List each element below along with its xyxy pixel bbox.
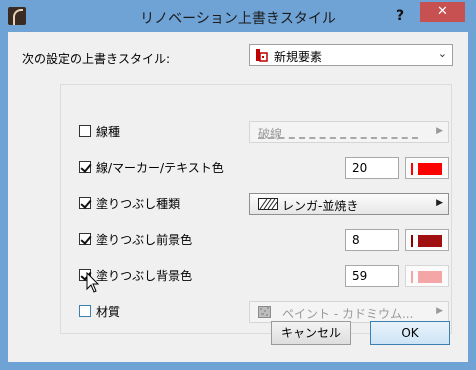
fill-foreground-number-input[interactable]: 8 — [345, 229, 399, 251]
dialog-body: 次の設定の上書きスタイル: 新規要素 ⌄ 線種 破線 ▶ 線/マーカー/テキスト… — [8, 32, 468, 362]
pen-bar-icon — [411, 163, 413, 175]
line-color-checkbox[interactable] — [79, 161, 91, 173]
fill-foreground-label: 塗りつぶし前景色 — [96, 233, 193, 247]
color-swatch-pink — [418, 271, 442, 283]
override-style-label: 次の設定の上書きスタイル: — [22, 52, 171, 66]
line-type-select[interactable]: 破線 ▶ — [249, 121, 449, 143]
close-button[interactable]: ✕ — [420, 2, 465, 22]
fill-foreground-swatch[interactable] — [405, 229, 449, 251]
override-style-dropdown[interactable]: 新規要素 ⌄ — [249, 44, 453, 66]
hatch-pattern-icon — [258, 198, 278, 210]
fill-type-select[interactable]: レンガ-並焼き ▶ — [249, 193, 449, 215]
line-type-label: 線種 — [96, 125, 121, 139]
line-type-checkbox[interactable] — [79, 125, 91, 137]
mouse-cursor-icon — [86, 272, 100, 293]
fill-type-value: レンガ-並焼き — [282, 199, 359, 213]
fill-type-checkbox[interactable] — [79, 197, 91, 209]
fill-type-label: 塗りつぶし種類 — [96, 197, 181, 211]
override-style-value: 新規要素 — [274, 50, 323, 64]
line-type-value: 破線 — [258, 127, 283, 141]
material-value: ペイント - カドミウム... — [282, 307, 414, 321]
override-options-group: 線種 破線 ▶ 線/マーカー/テキスト色 20 塗りつぶし種類 レンガ-並焼き … — [60, 84, 452, 334]
building-icon — [256, 49, 268, 62]
line-color-number-input[interactable]: 20 — [345, 157, 399, 179]
line-color-swatch[interactable] — [405, 157, 449, 179]
material-texture-icon — [258, 306, 271, 318]
dashed-line-preview-icon — [258, 137, 418, 139]
fill-background-swatch[interactable] — [405, 265, 449, 287]
ok-button[interactable]: OK — [370, 321, 450, 345]
cancel-button[interactable]: キャンセル — [271, 321, 351, 345]
chevron-right-icon: ▶ — [436, 198, 443, 208]
pen-bar-icon — [411, 271, 413, 283]
material-label: 材質 — [96, 305, 121, 319]
row-fill-type: 塗りつぶし種類 レンガ-並焼き ▶ — [61, 193, 453, 217]
pen-bar-icon — [411, 235, 413, 247]
fill-foreground-checkbox[interactable] — [79, 233, 91, 245]
color-swatch-darkred — [418, 235, 442, 247]
material-checkbox[interactable] — [79, 305, 91, 317]
chevron-right-icon: ▶ — [436, 126, 443, 136]
help-button[interactable]: ? — [387, 5, 413, 27]
color-swatch-red — [418, 163, 442, 175]
row-line-marker-text-color: 線/マーカー/テキスト色 20 — [61, 157, 453, 181]
material-select[interactable]: ペイント - カドミウム... ▶ — [249, 301, 449, 323]
title-bar[interactable]: リノベーション上書きスタイル ? ✕ — [1, 1, 475, 32]
row-line-type: 線種 破線 ▶ — [61, 121, 453, 145]
fill-background-number-input[interactable]: 59 — [345, 265, 399, 287]
chevron-down-icon: ⌄ — [437, 47, 447, 60]
line-color-label: 線/マーカー/テキスト色 — [96, 161, 224, 175]
chevron-right-icon: ▶ — [436, 306, 443, 316]
row-fill-background-color: 塗りつぶし背景色 59 — [61, 265, 453, 289]
fill-background-label: 塗りつぶし背景色 — [96, 269, 193, 283]
dialog-window: リノベーション上書きスタイル ? ✕ 次の設定の上書きスタイル: 新規要素 ⌄ … — [0, 0, 476, 370]
row-fill-foreground-color: 塗りつぶし前景色 8 — [61, 229, 453, 253]
